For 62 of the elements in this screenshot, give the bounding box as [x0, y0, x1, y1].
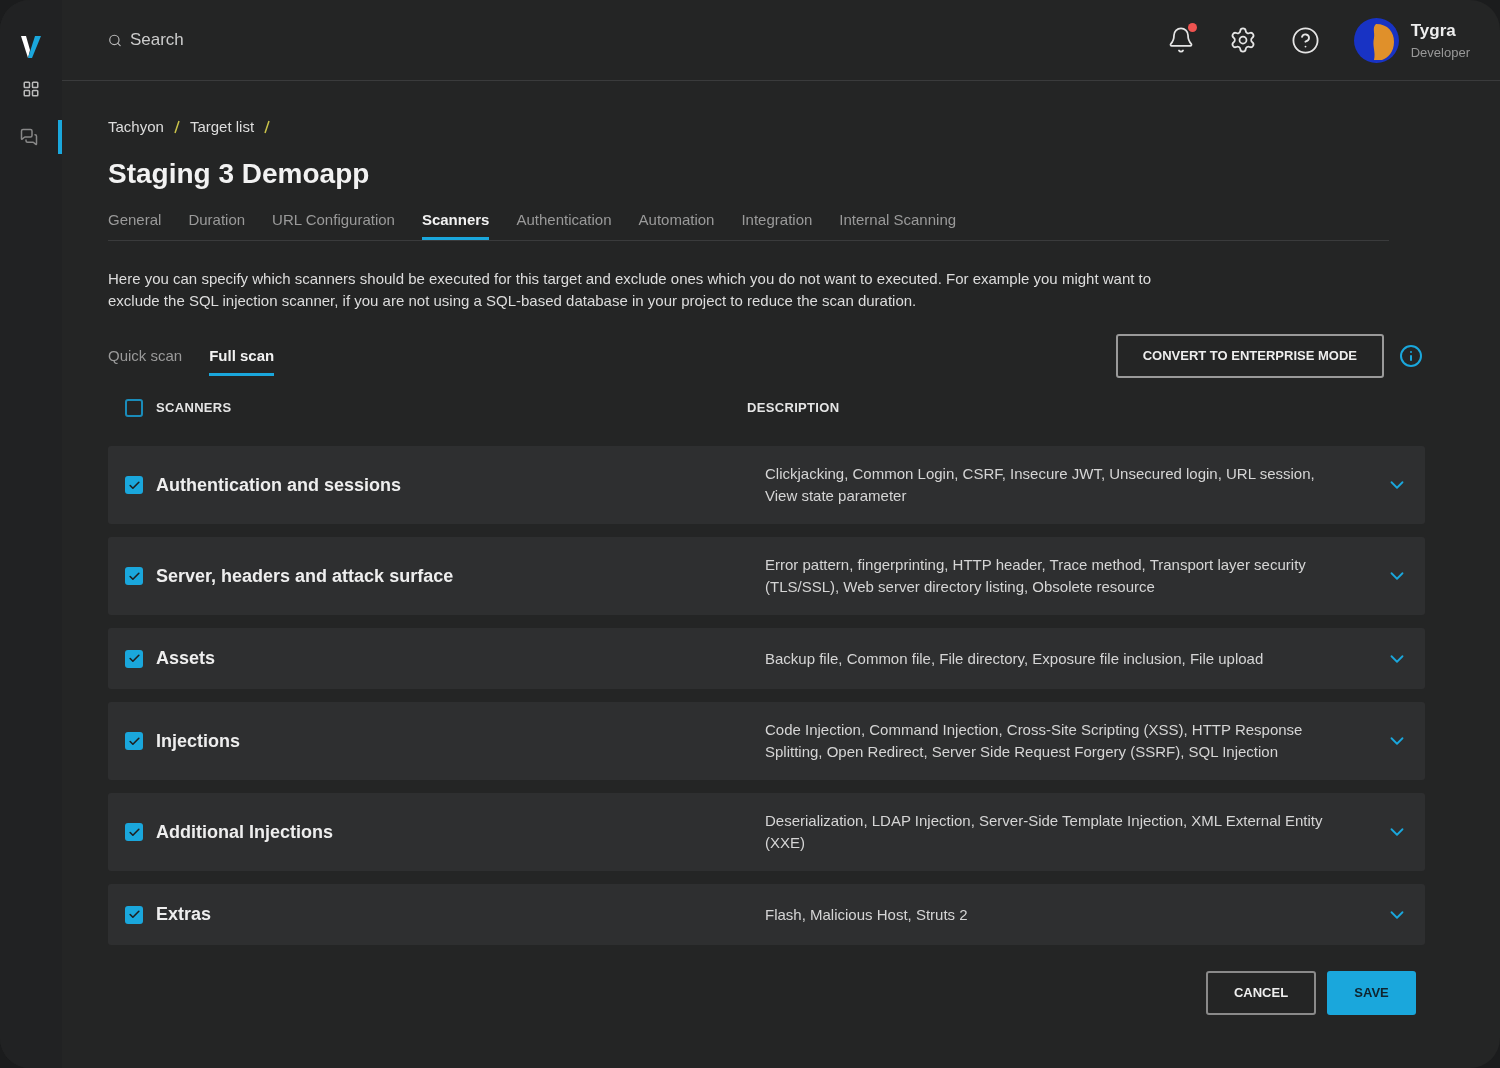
- check-icon: [127, 652, 141, 665]
- checkbox[interactable]: [125, 823, 143, 841]
- scanner-name: Extras: [156, 903, 213, 926]
- scanner-name: Additional Injections: [156, 820, 334, 844]
- scanner-name: Injections: [156, 729, 241, 753]
- checkbox[interactable]: [125, 649, 143, 668]
- column-header: DESCRIPTION: [747, 399, 840, 418]
- checkbox[interactable]: [125, 567, 143, 585]
- scan-tab[interactable]: Full scan: [209, 336, 275, 376]
- scanner-row[interactable]: Authentication and sessions Clickjacking, Common Login, CSRF, Insecure JWT, Unsecured login, URL session, View state parameter: [108, 446, 1425, 524]
- checkbox[interactable]: [125, 905, 143, 924]
- slash-icon: [264, 120, 271, 135]
- scanner-description: Backup file, Common file, File directory, Exposure file inclusion, File upload: [765, 648, 1265, 669]
- scanner-row[interactable]: Additional Injections Deserialization, LDAP Injection, Server-Side Template Injection, XML External Entity (XXE): [108, 793, 1425, 871]
- check-icon: [127, 569, 141, 583]
- tab[interactable]: Automation: [638, 208, 715, 240]
- logo-icon: [21, 36, 41, 58]
- avatar[interactable]: [1353, 17, 1399, 63]
- chat-icon: [20, 128, 38, 146]
- scan-tab[interactable]: Quick scan: [108, 336, 183, 376]
- column-header: SCANNERS: [156, 399, 233, 418]
- intro-text: Here you can specify which scanners should be executed for this target and exclude ones which you do not want to executed. For example you might want to exclude the SQL injection scanner, if you are not using a SQL-based database in your project to reduce the scan duration.: [108, 269, 1153, 311]
- tab[interactable]: Integration: [741, 208, 813, 240]
- check-icon: [127, 908, 141, 921]
- tab[interactable]: URL Configuration: [272, 208, 395, 240]
- search-field[interactable]: Search: [129, 27, 408, 53]
- breadcrumb-link[interactable]: Target list: [189, 116, 255, 139]
- breadcrumb-link[interactable]: Tachyon: [108, 116, 164, 139]
- convert-button[interactable]: CONVERT TO ENTERPRISE MODE: [1115, 334, 1384, 378]
- scanner-name: Server, headers and attack surface: [156, 564, 455, 588]
- scanner-description: Code Injection, Command Injection, Cross-Site Scripting (XSS), HTTP Response Splitting, Open Redirect, Server Side Request Forgery (SSRF), SQL Injection: [765, 720, 1304, 762]
- tab[interactable]: Duration: [188, 208, 246, 240]
- scanner-description: Clickjacking, Common Login, CSRF, Insecure JWT, Unsecured login, URL session, View state parameter: [765, 464, 1316, 506]
- checkbox[interactable]: [125, 732, 143, 750]
- scanner-description: Flash, Malicious Host, Struts 2: [765, 904, 969, 925]
- tab[interactable]: Authentication: [516, 208, 612, 240]
- user-name: Tygra: [1410, 19, 1457, 42]
- scanner-name: Authentication and sessions: [156, 473, 403, 497]
- check-icon: [127, 734, 141, 748]
- scanner-description: Deserialization, LDAP Injection, Server-Side Template Injection, XML External Entity (XXE): [765, 811, 1324, 853]
- grid-icon: [22, 80, 40, 98]
- scanner-description: Error pattern, fingerprinting, HTTP header, Trace method, Transport layer security (TLS/SSL), Web server directory listing, Obsolete resource: [765, 555, 1307, 597]
- checkbox[interactable]: [125, 399, 143, 417]
- tab[interactable]: Internal Scanning: [839, 208, 957, 240]
- scanner-row[interactable]: Extras Flash, Malicious Host, Struts 2: [108, 884, 1425, 945]
- cancel-button[interactable]: CANCEL: [1206, 971, 1316, 1015]
- scanner-row[interactable]: Server, headers and attack surface Error pattern, fingerprinting, HTTP header, Trace method, Transport layer security (TLS/SSL), Web server directory listing, Obsolete resource: [108, 537, 1425, 615]
- check-icon: [127, 478, 141, 492]
- scanner-name: Assets: [156, 647, 217, 670]
- user-role: Developer: [1410, 44, 1470, 62]
- tab[interactable]: Scanners: [421, 208, 490, 240]
- save-button[interactable]: SAVE: [1327, 971, 1416, 1015]
- slash-icon: [173, 120, 180, 135]
- scanner-row[interactable]: Assets Backup file, Common file, File directory, Exposure file inclusion, File upload: [108, 628, 1425, 689]
- scanner-row[interactable]: Injections Code Injection, Command Injection, Cross-Site Scripting (XSS), HTTP Response Splitting, Open Redirect, Server Side Request Forgery (SSRF), SQL Injection: [108, 702, 1425, 780]
- tab[interactable]: General: [108, 208, 162, 240]
- check-icon: [127, 825, 141, 839]
- search-icon: [108, 32, 122, 48]
- help-icon[interactable]: [1290, 25, 1320, 55]
- info-icon[interactable]: [1399, 344, 1423, 368]
- checkbox[interactable]: [125, 476, 143, 494]
- page-title: Staging 3 Demoapp: [108, 156, 371, 191]
